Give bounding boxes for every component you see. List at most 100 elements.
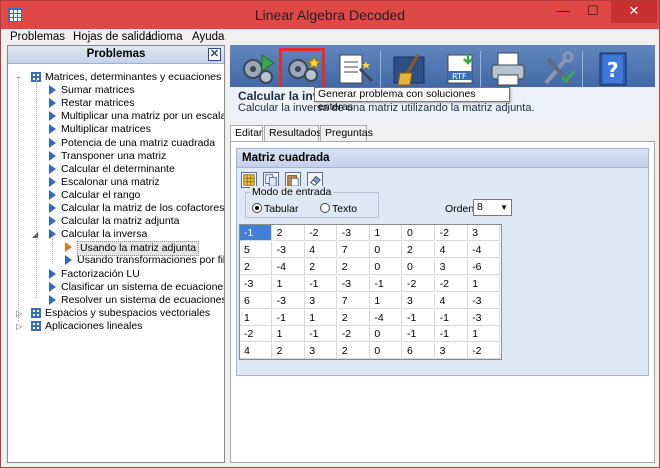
matrix-cell[interactable]: 3 (403, 292, 435, 309)
matrix-cell[interactable]: -4 (272, 258, 305, 275)
matrix-cell[interactable]: 2 (403, 241, 435, 258)
tree-item-label: Multiplicar una matriz por un escalar (61, 110, 224, 123)
menu-hojas-de-salida[interactable]: Hojas de salida (73, 31, 152, 43)
matrix-cell[interactable]: 1 (370, 292, 403, 309)
gears-play-button[interactable] (234, 49, 278, 89)
document-magic-button[interactable] (332, 49, 376, 89)
matrix-cell[interactable]: 3 (435, 343, 468, 360)
tab-resultados[interactable]: Resultados (264, 125, 322, 141)
export-rtf-button[interactable]: RTF (438, 49, 482, 89)
matrix-cell[interactable]: -3 (468, 309, 501, 326)
matrix-cell[interactable]: -3 (337, 225, 370, 241)
close-button[interactable]: ✕ (611, 1, 657, 23)
matrix-cell[interactable]: -3 (240, 275, 272, 292)
matrix-cell[interactable]: -4 (468, 241, 501, 258)
matrix-cell[interactable]: 0 (370, 241, 403, 258)
matrix-cell[interactable]: -2 (435, 225, 468, 241)
matrix-cell[interactable]: -2 (435, 275, 468, 292)
tree-item-label: Usando transformaciones por fila (77, 254, 224, 267)
radio-tabular[interactable]: Tabular (252, 203, 298, 215)
printer-button[interactable] (486, 49, 530, 89)
tab-preguntas[interactable]: Preguntas (320, 125, 373, 141)
matrix-cell[interactable]: -1 (435, 309, 468, 326)
toolbar-separator (582, 51, 583, 87)
matrix-cell[interactable]: 1 (305, 309, 338, 326)
matrix-cell[interactable]: -1 (403, 326, 435, 343)
matrix-cell[interactable]: 0 (370, 258, 403, 275)
tree-item-label: Restar matrices (61, 97, 135, 110)
matrix-cell[interactable]: 3 (305, 343, 338, 360)
clear-broom-icon (393, 54, 425, 86)
matrix-cell[interactable]: -1 (305, 326, 338, 343)
matrix-cell[interactable]: -3 (468, 292, 501, 309)
matrix-cell[interactable]: 1 (468, 326, 501, 343)
matrix-cell[interactable]: 5 (240, 241, 272, 258)
matrix-cell[interactable]: 7 (337, 241, 370, 258)
matrix-cell[interactable]: 6 (240, 292, 272, 309)
tools-settings-icon (544, 51, 576, 85)
arrow-item-icon (49, 98, 56, 109)
matrix-cell[interactable]: -1 (370, 275, 403, 292)
matrix-cell[interactable]: 1 (272, 326, 305, 343)
matrix-cell[interactable]: 1 (272, 275, 305, 292)
maximize-button[interactable]: ☐ (578, 1, 608, 23)
matrix-cell[interactable]: 2 (337, 309, 370, 326)
matrix-cell[interactable]: -2 (403, 275, 435, 292)
matrix-cell[interactable]: -1 (272, 309, 305, 326)
matrix-cell[interactable]: 4 (435, 292, 468, 309)
matrix-cell[interactable]: 2 (240, 258, 272, 275)
title-bar[interactable]: Linear Algebra Decoded — ☐ ✕ (1, 1, 659, 29)
clear-broom-button[interactable] (386, 49, 430, 89)
matrix-cell[interactable]: -4 (370, 309, 403, 326)
matrix-cell[interactable]: -1 (403, 309, 435, 326)
matrix-cell[interactable]: 4 (240, 343, 272, 360)
matrix-cell[interactable]: 3 (468, 225, 501, 241)
order-select[interactable]: 8 ▼ (473, 199, 512, 216)
radio-texto[interactable]: Texto (320, 203, 357, 215)
matrix-cell[interactable]: 4 (435, 241, 468, 258)
matrix-cell[interactable]: 6 (403, 343, 435, 360)
matrix-cell[interactable]: -3 (272, 292, 305, 309)
matrix-cell[interactable]: -1 (305, 275, 338, 292)
matrix-cell[interactable]: 7 (337, 292, 370, 309)
matrix-cell[interactable]: 4 (305, 241, 338, 258)
matrix-cell[interactable]: 2 (337, 258, 370, 275)
tree-guide-line (18, 78, 19, 321)
matrix-cell[interactable]: -6 (468, 258, 501, 275)
matrix-cell[interactable]: -3 (272, 241, 305, 258)
help-book-button[interactable]: ? (590, 49, 634, 89)
matrix-cell[interactable]: 0 (403, 258, 435, 275)
matrix-cell[interactable]: -2 (468, 343, 501, 360)
matrix-cell[interactable]: 0 (370, 343, 403, 360)
arrow-item-icon (49, 111, 56, 122)
matrix-cell[interactable]: -1 (240, 225, 272, 241)
menu-problemas[interactable]: Problemas (10, 31, 65, 43)
matrix-cell[interactable]: 0 (403, 225, 435, 241)
matrix-cell[interactable]: -2 (240, 326, 272, 343)
svg-text:?: ? (607, 58, 619, 82)
matrix-cell[interactable]: 3 (305, 292, 338, 309)
generate-integer-problem-button[interactable] (279, 48, 325, 90)
tree-expander-icon[interactable]: ▷ (16, 322, 25, 331)
matrix-cell[interactable]: 2 (272, 225, 305, 241)
matrix-cell[interactable]: 0 (370, 326, 403, 343)
minimize-button[interactable]: — (548, 1, 578, 23)
matrix-cell[interactable]: -3 (337, 275, 370, 292)
matrix-cell[interactable]: -2 (337, 326, 370, 343)
matrix-cell[interactable]: 2 (305, 258, 338, 275)
menu-ayuda[interactable]: Ayuda (192, 31, 224, 43)
matrix-cell[interactable]: 1 (240, 309, 272, 326)
matrix-cell[interactable]: 3 (435, 258, 468, 275)
matrix-grid[interactable]: -1 2 -2 -3 1 0 -2 3 5 -3 4 7 0 2 4 -4 2 -4 2 2 0 0 3 -6 -3 1 -1 -3-… (239, 224, 502, 360)
matrix-cell[interactable]: 2 (337, 343, 370, 360)
matrix-cell[interactable]: -2 (305, 225, 338, 241)
menu-idioma[interactable]: Idioma (148, 31, 183, 43)
matrix-cell[interactable]: 1 (370, 225, 403, 241)
tree-item-label: Resolver un sistema de ecuaciones lineal (61, 293, 224, 306)
tab-editar[interactable]: Editar (230, 125, 263, 142)
matrix-cell[interactable]: 2 (272, 343, 305, 360)
matrix-cell[interactable]: -1 (435, 326, 468, 343)
tools-settings-button[interactable] (536, 49, 580, 89)
matrix-cell[interactable]: 1 (468, 275, 501, 292)
panel-close-icon[interactable]: ✕ (208, 48, 221, 61)
